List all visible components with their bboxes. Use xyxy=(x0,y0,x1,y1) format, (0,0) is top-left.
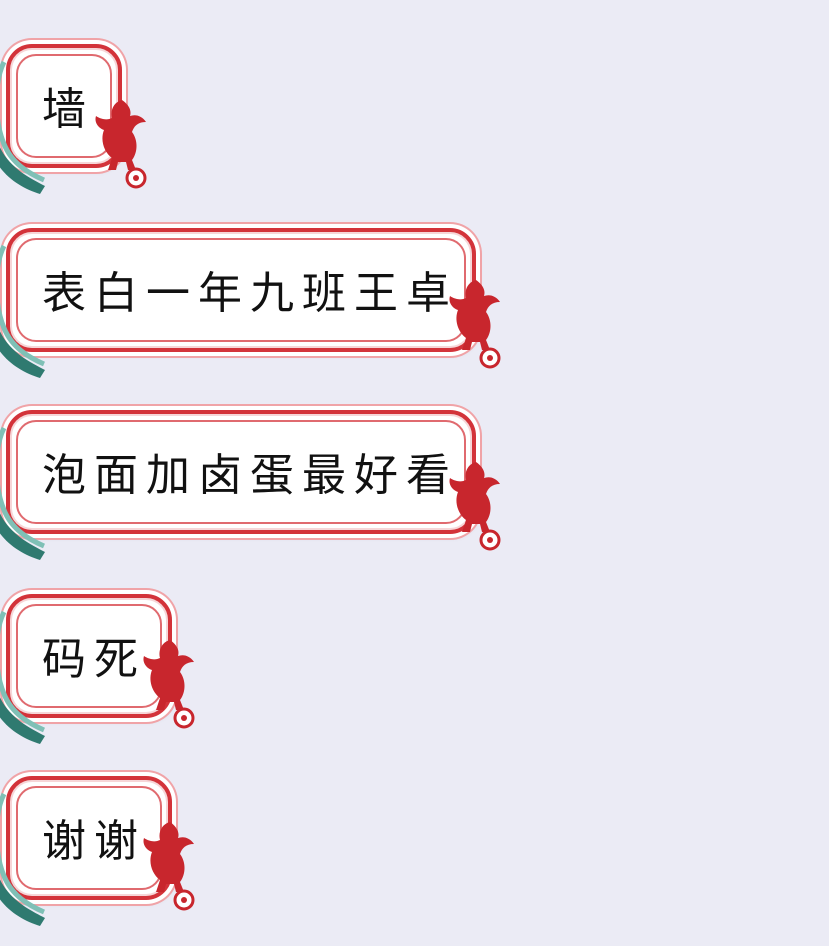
liverbird-icon xyxy=(143,822,195,911)
message-text: 谢谢 xyxy=(42,816,146,867)
liverbird-icon xyxy=(143,640,195,729)
liverbird-icon xyxy=(449,280,501,369)
chat-message: 泡面加卤蛋最好看 xyxy=(0,410,510,570)
message-bubble[interactable]: 表白一年九班王卓 xyxy=(6,228,476,352)
message-text: 表白一年九班王卓 xyxy=(42,268,458,319)
liverbird-icon xyxy=(95,100,147,189)
message-text: 码死 xyxy=(42,634,146,685)
message-text: 泡面加卤蛋最好看 xyxy=(42,450,458,501)
chat-message-list: 墙 表白一年九班王卓 泡面加卤蛋最好看 码死 谢谢 xyxy=(0,0,829,946)
message-bubble[interactable]: 泡面加卤蛋最好看 xyxy=(6,410,476,534)
liverbird-icon xyxy=(449,462,501,551)
message-text: 墙 xyxy=(42,84,94,135)
chat-message: 谢谢 xyxy=(0,776,210,936)
chat-message: 码死 xyxy=(0,594,210,754)
chat-message: 墙 xyxy=(0,44,160,204)
chat-message: 表白一年九班王卓 xyxy=(0,228,510,388)
